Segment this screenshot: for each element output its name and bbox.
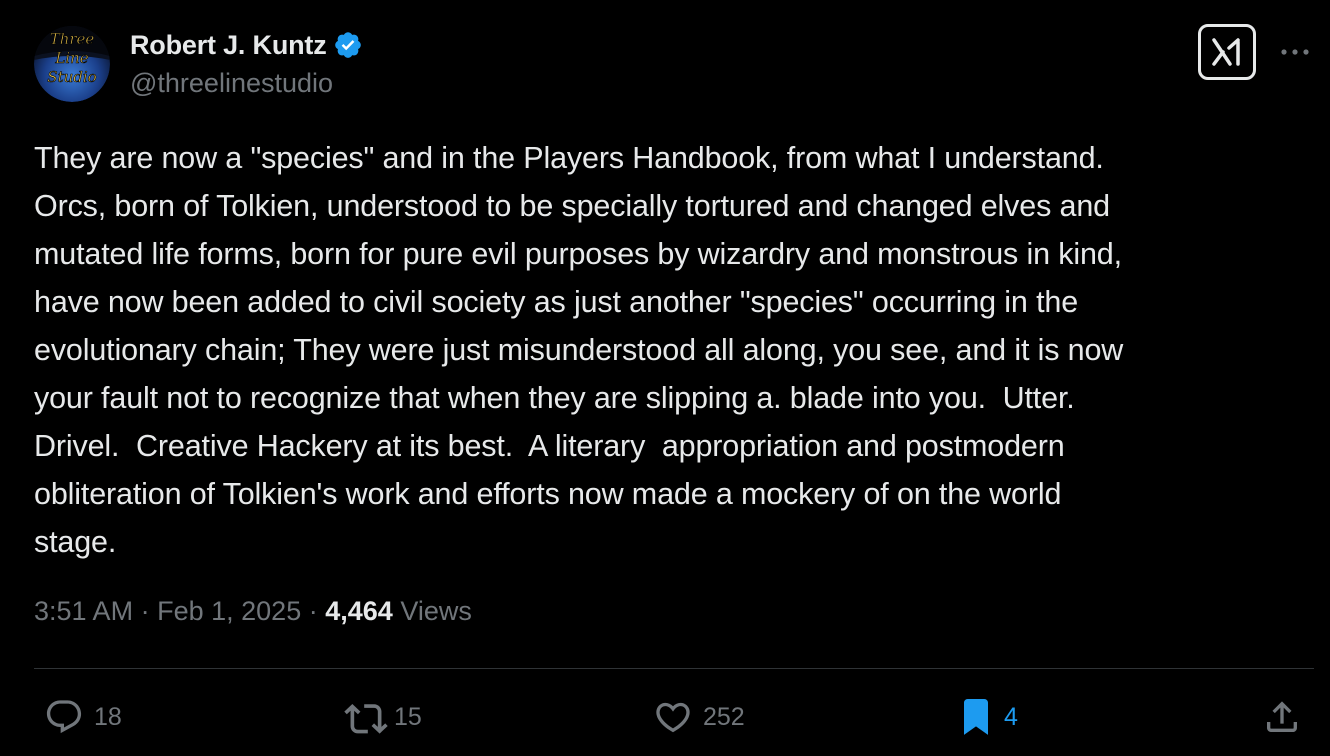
- tweet-meta: 3:51 AM · Feb 1, 2025 · 4,464 Views: [34, 596, 472, 627]
- tweet-time[interactable]: 3:51 AM: [34, 596, 133, 626]
- divider: [34, 668, 1314, 669]
- avatar-text-1: Three: [50, 30, 95, 48]
- name-row: Robert J. Kuntz: [130, 26, 363, 64]
- bookmark-count: 4: [1004, 702, 1018, 731]
- more-options-button[interactable]: [1278, 38, 1312, 66]
- reply-bubble-icon: [44, 697, 84, 737]
- avatar-image: Three Line Studio: [34, 26, 110, 102]
- meta-separator: ·: [140, 596, 150, 626]
- bookmark-icon: [958, 696, 994, 738]
- tweet-text: They are now a "species" and in the Play…: [34, 141, 1124, 559]
- views-count: 4,464: [325, 596, 393, 626]
- reply-button[interactable]: 18: [44, 696, 122, 738]
- avatar[interactable]: Three Line Studio: [34, 26, 110, 102]
- more-dots-icon: [1281, 49, 1309, 55]
- grok-button[interactable]: [1198, 24, 1256, 80]
- share-upload-icon: [1262, 697, 1302, 737]
- bookmark-button[interactable]: 4: [958, 696, 1018, 738]
- author-info: Robert J. Kuntz @threelinestudio: [130, 26, 363, 99]
- handle[interactable]: @threelinestudio: [130, 68, 363, 99]
- repost-arrows-icon: [344, 697, 388, 737]
- grok-icon: [1212, 38, 1240, 66]
- display-name[interactable]: Robert J. Kuntz: [130, 30, 327, 61]
- like-count: 252: [703, 702, 745, 731]
- tweet-date[interactable]: Feb 1, 2025: [157, 596, 301, 626]
- share-button[interactable]: [1262, 696, 1302, 738]
- views-label: Views: [400, 596, 472, 626]
- heart-icon: [653, 697, 693, 737]
- avatar-text-2: Line: [54, 49, 88, 67]
- verified-badge-icon[interactable]: [333, 30, 363, 60]
- repost-button[interactable]: 15: [344, 696, 422, 738]
- like-button[interactable]: 252: [653, 696, 745, 738]
- avatar-text-3: Studio: [47, 68, 96, 86]
- reply-count: 18: [94, 702, 122, 731]
- repost-count: 15: [394, 702, 422, 731]
- meta-separator: ·: [308, 596, 318, 626]
